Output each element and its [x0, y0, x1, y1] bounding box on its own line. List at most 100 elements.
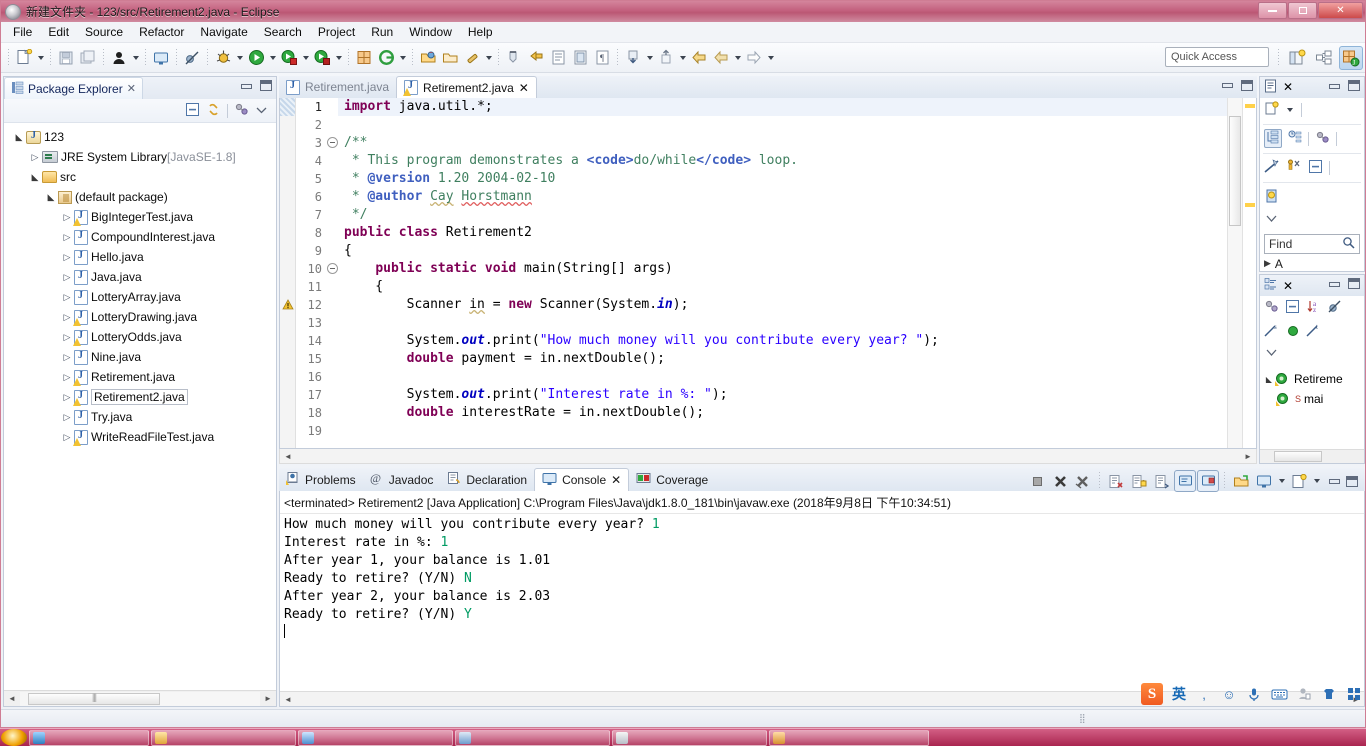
code-line[interactable] [338, 116, 1227, 134]
taskbar-item[interactable] [769, 729, 929, 746]
taskbar-item[interactable] [151, 729, 296, 746]
task-list-find-input[interactable]: Find [1264, 234, 1360, 254]
collapse-all-icon[interactable] [1308, 159, 1323, 177]
punctuation-icon[interactable]: , [1195, 685, 1213, 703]
scroll-left-icon[interactable]: ◄ [280, 452, 296, 461]
menu-help[interactable]: Help [460, 23, 501, 41]
show-console-on-output-icon[interactable] [1174, 470, 1196, 492]
tab-console[interactable]: Console ✕ [534, 468, 630, 491]
debug-icon[interactable] [212, 47, 234, 69]
tree-item[interactable]: ▷ Try.java [4, 407, 276, 427]
twisty-collapsed-icon[interactable]: ▷ [60, 352, 74, 363]
scheduled-icon[interactable] [1288, 130, 1302, 147]
last-edit-location-icon[interactable] [547, 47, 569, 69]
close-icon[interactable]: ✕ [519, 81, 529, 95]
tree-item[interactable]: ▷ LotteryArray.java [4, 287, 276, 307]
console-output[interactable]: How much money will you contribute every… [280, 514, 1364, 691]
new-console-menu-icon[interactable] [1311, 470, 1322, 492]
package-explorer-hscrollbar[interactable]: ◄ ► [4, 690, 276, 706]
fold-cell[interactable] [326, 206, 338, 224]
fold-cell[interactable] [326, 188, 338, 206]
next-edit-icon[interactable] [622, 47, 644, 69]
synchronize-icon[interactable] [1286, 159, 1302, 177]
twisty-collapsed-icon[interactable]: ▷ [60, 212, 74, 223]
tree-item[interactable]: ▷ Java.java [4, 267, 276, 287]
previous-annotation-icon[interactable] [525, 47, 547, 69]
code-line[interactable]: public class Retirement2 [338, 224, 1227, 242]
editor-overview-ruler[interactable] [1242, 98, 1256, 448]
java-perspective-icon[interactable]: J [1339, 46, 1363, 70]
twisty-collapsed-icon[interactable]: ▷ [60, 232, 74, 243]
code-line[interactable]: */ [338, 206, 1227, 224]
next-annotation-icon[interactable] [503, 47, 525, 69]
fold-cell[interactable] [326, 350, 338, 368]
outline-item[interactable]: Smai [1260, 389, 1364, 409]
overview-warning-marker[interactable] [1245, 203, 1255, 207]
twisty-collapsed-icon[interactable]: ▷ [60, 412, 74, 423]
maximize-icon[interactable] [1241, 80, 1253, 91]
fold-cell[interactable] [326, 134, 338, 152]
debug-dropdown-icon[interactable] [234, 47, 245, 69]
scroll-thumb[interactable] [28, 692, 160, 705]
close-icon[interactable]: ✕ [1283, 279, 1293, 293]
fold-cell[interactable] [326, 170, 338, 188]
fold-cell[interactable] [326, 278, 338, 296]
twisty-collapsed-icon[interactable]: ▷ [60, 272, 74, 283]
editor-annotation-ruler[interactable] [280, 98, 296, 448]
taskbar-item[interactable] [29, 729, 149, 746]
code-line[interactable]: * This program demonstrates a <code>do/w… [338, 152, 1227, 170]
back-history-icon[interactable] [710, 47, 732, 69]
fold-cell[interactable] [326, 152, 338, 170]
toggle-block-selection-icon[interactable] [569, 47, 591, 69]
fold-cell[interactable] [326, 404, 338, 422]
search-icon[interactable] [461, 47, 483, 69]
categorized-icon[interactable] [1264, 129, 1282, 149]
pin-console-icon[interactable] [1197, 470, 1219, 492]
hide-static-icon[interactable] [1327, 299, 1342, 317]
skip-breakpoints-icon[interactable] [181, 47, 203, 69]
tab-coverage[interactable]: Coverage [629, 468, 715, 491]
close-icon[interactable]: ✕ [127, 82, 136, 95]
activate-task-icon[interactable]: ▶ [1264, 258, 1271, 269]
print-icon[interactable] [108, 47, 130, 69]
focus-on-active-task-icon[interactable] [1264, 299, 1279, 317]
editor-code-text[interactable]: import java.util.*; /** * This program d… [338, 98, 1227, 448]
twisty-collapsed-icon[interactable]: ▷ [60, 432, 74, 443]
voice-input-icon[interactable] [1245, 685, 1263, 703]
maximize-icon[interactable] [1346, 475, 1358, 487]
view-menu-focus-icon[interactable] [234, 102, 249, 120]
scroll-thumb[interactable] [1274, 451, 1322, 462]
new-java-project-icon[interactable] [353, 47, 375, 69]
remove-launch-icon[interactable] [1049, 470, 1071, 492]
back-dropdown-icon[interactable] [732, 47, 743, 69]
taskbar-item[interactable] [298, 729, 453, 746]
restore-button[interactable] [1288, 2, 1317, 19]
code-line[interactable]: double interestRate = in.nextDouble(); [338, 404, 1227, 422]
tree-item[interactable]: ▷ BigIntegerTest.java [4, 207, 276, 227]
presentation-icon[interactable] [1264, 159, 1280, 177]
taskbar-item[interactable] [455, 729, 610, 746]
code-line[interactable]: import java.util.*; [338, 98, 1227, 116]
user-icon[interactable] [1295, 685, 1313, 703]
run-dropdown-icon[interactable] [267, 47, 278, 69]
tree-item[interactable]: ▷ LotteryOdds.java [4, 327, 276, 347]
tree-item[interactable]: ◢ 123 [4, 127, 276, 147]
new-wizard-icon[interactable] [13, 47, 35, 69]
tree-item[interactable]: ▷ JRE System Library [JavaSE-1.8] [4, 147, 276, 167]
open-console-menu-icon[interactable] [1276, 470, 1287, 492]
new-wizard-dropdown-icon[interactable] [35, 47, 46, 69]
sort-icon[interactable]: az [1306, 299, 1321, 317]
code-line[interactable]: System.out.print("Interest rate in %: ")… [338, 386, 1227, 404]
external-tools-dropdown-icon[interactable] [333, 47, 344, 69]
print-dropdown-icon[interactable] [130, 47, 141, 69]
close-icon[interactable]: ✕ [611, 473, 621, 487]
run-last-dropdown-icon[interactable] [300, 47, 311, 69]
code-line[interactable]: /** [338, 134, 1227, 152]
clear-console-icon[interactable] [1105, 470, 1127, 492]
tab-declaration[interactable]: Declaration [440, 468, 534, 491]
tree-item[interactable]: ▷ CompoundInterest.java [4, 227, 276, 247]
overview-warning-marker[interactable] [1245, 104, 1255, 108]
tree-item[interactable]: ▷ Hello.java [4, 247, 276, 267]
menu-edit[interactable]: Edit [40, 23, 77, 41]
quick-access-input[interactable]: Quick Access [1165, 47, 1269, 67]
